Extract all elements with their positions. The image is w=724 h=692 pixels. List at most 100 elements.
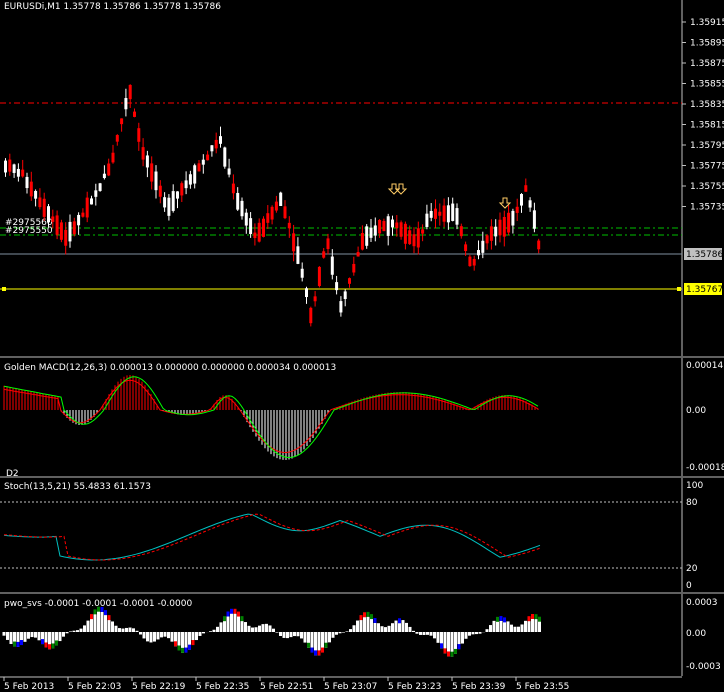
- bull-candle: [244, 212, 248, 226]
- pwo-tip: [100, 606, 104, 612]
- pwo-tip: [177, 645, 181, 651]
- time-tick-label: 5 Feb 22:35: [196, 682, 249, 692]
- bear-candle: [270, 206, 274, 220]
- bull-candle: [240, 200, 244, 217]
- pwo-tip: [499, 615, 503, 621]
- bear-candle: [85, 197, 89, 218]
- pwo-tip: [398, 618, 401, 624]
- bear-candle: [29, 181, 33, 197]
- pwo-tip: [503, 617, 506, 623]
- bear-candle: [421, 229, 425, 234]
- bear-candle: [253, 232, 257, 238]
- price-tick-label: 1.35735: [690, 203, 724, 213]
- bull-candle: [167, 197, 171, 216]
- bear-candle: [59, 222, 63, 240]
- bear-candle: [459, 226, 463, 237]
- pwo-tip: [534, 614, 538, 620]
- bear-candle: [378, 219, 382, 234]
- time-tick-label: 5 Feb 2013: [4, 682, 54, 692]
- pwo-tip: [373, 617, 377, 623]
- time-tick-label: 5 Feb 23:23: [388, 682, 441, 692]
- bear-candle: [498, 219, 502, 236]
- pwo-panel[interactable]: pwo_svs -0.0001 -0.0001 -0.0001 -0.0000 …: [2, 594, 721, 676]
- pwo-axis-zero: 0.00: [686, 629, 706, 639]
- bull-candle: [386, 216, 390, 236]
- bull-candle: [94, 190, 98, 197]
- macd-panel[interactable]: Golden MACD(12,26,3) 0.000013 0.000000 0…: [3, 358, 724, 479]
- bear-candle: [489, 226, 493, 241]
- pwo-tip: [184, 647, 188, 653]
- price-tick-label: 1.35875: [690, 59, 724, 69]
- pwo-tip: [181, 647, 184, 653]
- time-tick-label: 5 Feb 22:51: [260, 682, 313, 692]
- bull-candle: [511, 210, 515, 226]
- pwo-tip: [13, 641, 16, 647]
- bear-candle: [412, 234, 416, 247]
- bull-candle: [176, 191, 179, 199]
- pwo-tip: [188, 644, 191, 650]
- bull-candle: [145, 155, 149, 168]
- pwo-tip: [20, 640, 23, 646]
- macd-title: Golden MACD(12,26,3) 0.000013 0.000000 0…: [4, 363, 336, 373]
- bull-candle: [219, 136, 222, 144]
- bull-candle: [300, 268, 304, 278]
- bear-candle: [64, 229, 68, 246]
- stoch-axis-20: 20: [686, 564, 698, 574]
- order-label-2: #2975550: [5, 226, 53, 236]
- pwo-tip: [223, 616, 226, 622]
- bear-candle: [55, 215, 59, 235]
- pwo-tip: [44, 642, 48, 648]
- bull-candle: [373, 225, 377, 236]
- bear-candle: [133, 111, 136, 117]
- bear-candle: [502, 216, 506, 237]
- bull-candle: [365, 226, 369, 246]
- pwo-tip: [191, 640, 195, 646]
- bull-candle: [102, 173, 106, 179]
- bear-candle: [107, 163, 111, 176]
- bull-candle: [223, 147, 227, 167]
- bull-candle: [210, 145, 214, 152]
- bear-candle: [326, 238, 330, 250]
- bear-candle: [322, 251, 326, 258]
- bear-candle: [42, 198, 46, 217]
- bear-candle: [468, 256, 472, 267]
- bear-candle: [137, 128, 141, 142]
- bull-candle: [528, 200, 532, 208]
- pwo-tip: [496, 616, 499, 622]
- bear-candle: [515, 206, 519, 213]
- bull-candle: [12, 164, 16, 173]
- price-panel[interactable]: EURUSDi,M1 1.35778 1.35786 1.35778 1.357…: [0, 0, 724, 356]
- macd-axis-bottom: -0.00018: [686, 463, 724, 473]
- pwo-axis-top: 0.0003: [686, 598, 718, 608]
- trading-chart[interactable]: EURUSDi,M1 1.35778 1.35786 1.35778 1.357…: [0, 0, 724, 692]
- stoch-panel[interactable]: Stoch(13,5,21) 55.4833 61.1573 100 80 20…: [0, 478, 703, 592]
- stoch-axis-80: 80: [686, 498, 698, 508]
- bear-candle: [434, 208, 437, 219]
- bull-candle: [279, 192, 283, 207]
- bull-candle: [391, 219, 394, 228]
- bull-candle: [520, 194, 523, 206]
- price-axis: 1.35915 1.35895 1.35875 1.35855 1.35835 1.358…: [682, 18, 724, 213]
- time-tick-label: 5 Feb 22:03: [68, 682, 121, 692]
- bear-candle: [524, 185, 528, 192]
- time-tick-label: 5 Feb 23:55: [516, 682, 569, 692]
- pwo-tip: [314, 650, 317, 656]
- bear-candle: [51, 216, 55, 222]
- bull-candle: [201, 159, 205, 165]
- bear-candle: [231, 183, 235, 194]
- line-handle-right[interactable]: [677, 287, 681, 291]
- bull-candle: [305, 288, 308, 298]
- pwo-tip: [97, 606, 100, 612]
- bear-candle: [485, 235, 489, 244]
- bear-candle: [416, 228, 420, 248]
- price-tick-label: 1.35915: [690, 18, 724, 28]
- line-handle-left[interactable]: [2, 287, 6, 291]
- bull-candle: [90, 198, 93, 205]
- bear-candle: [206, 154, 210, 161]
- pwo-tip: [450, 651, 454, 657]
- bear-candle: [21, 169, 25, 177]
- bear-candle: [8, 159, 12, 172]
- time-tick-label: 5 Feb 23:39: [452, 682, 506, 692]
- bear-candle: [537, 240, 541, 250]
- bull-candle: [339, 301, 343, 313]
